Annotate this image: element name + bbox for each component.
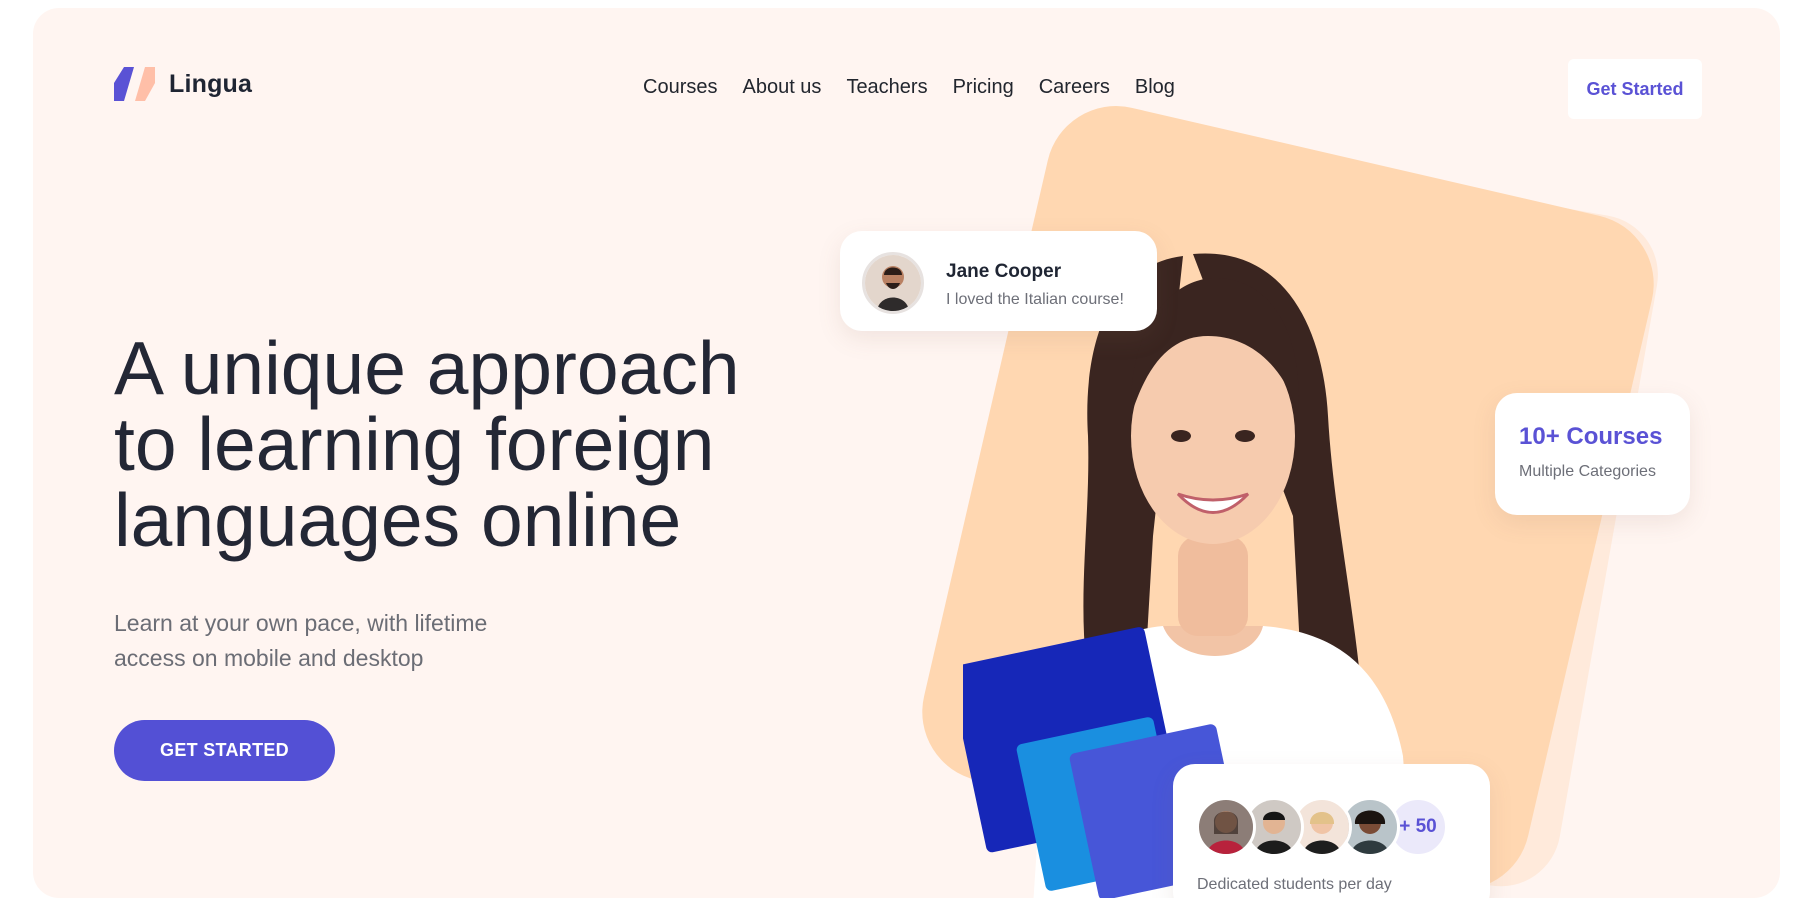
courses-count: 10+ Courses [1519,423,1663,450]
nav-item-about-us[interactable]: About us [742,76,821,99]
testimonial-card: Jane Cooper I loved the Italian course! [840,231,1157,331]
hero-title: A unique approach to learning foreign la… [114,330,834,558]
hero-get-started-button[interactable]: GET STARTED [114,720,335,781]
nav-item-courses[interactable]: Courses [643,76,717,99]
nav-item-teachers[interactable]: Teachers [846,76,927,99]
hero-title-line: languages online [114,478,682,562]
courses-stat-card: 10+ Courses Multiple Categories [1495,393,1690,515]
student-avatars: + 50 [1196,797,1448,857]
hero-subtitle-line: Learn at your own pace, with lifetime [114,610,488,636]
nav-item-pricing[interactable]: Pricing [953,76,1014,99]
lingua-logo-icon [114,67,155,101]
testimonial-name: Jane Cooper [946,261,1062,282]
nav-item-careers[interactable]: Careers [1039,76,1110,99]
hero-subtitle-line: access on mobile and desktop [114,645,424,671]
brand-logo[interactable]: Lingua [114,67,252,101]
testimonial-text: I loved the Italian course! [946,291,1124,308]
main-nav: Courses About us Teachers Pricing Career… [643,76,1200,99]
hero-title-line: to learning foreign [114,402,715,486]
courses-caption: Multiple Categories [1519,463,1656,480]
nav-item-blog[interactable]: Blog [1135,76,1175,99]
avatar [1196,797,1256,857]
students-stat-card: + 50 Dedicated students per day [1173,764,1490,898]
landing-page: Lingua Courses About us Teachers Pricing… [33,8,1780,898]
hero-title-line: A unique approach [114,326,740,410]
hero-subtitle: Learn at your own pace, with lifetime ac… [114,606,534,676]
header-get-started-button[interactable]: Get Started [1568,59,1702,119]
avatar [862,252,924,314]
brand-name: Lingua [169,69,253,98]
students-caption: Dedicated students per day [1197,876,1392,893]
